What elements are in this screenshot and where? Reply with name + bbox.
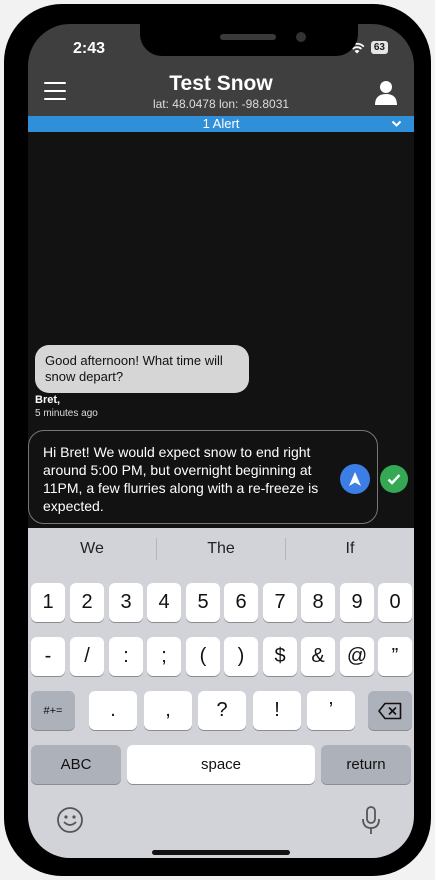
chevron-down-icon[interactable] [391, 119, 402, 128]
key-6[interactable]: 6 [224, 583, 258, 622]
key-2[interactable]: 2 [70, 583, 104, 622]
key-close-paren[interactable]: ) [224, 637, 258, 676]
key-9[interactable]: 9 [340, 583, 374, 622]
speaker [220, 34, 276, 40]
status-time: 2:43 [73, 40, 106, 57]
key-at[interactable]: @ [340, 637, 374, 676]
user-profile-icon[interactable] [374, 80, 398, 106]
alert-banner[interactable]: 1 Alert [28, 116, 414, 132]
microphone-icon[interactable] [361, 806, 381, 836]
key-question[interactable]: ? [198, 691, 246, 730]
key-dash[interactable]: - [31, 637, 65, 676]
battery-indicator: 63 [370, 41, 388, 54]
keyboard: We The If 1 2 3 4 5 6 7 8 9 0 - / : ; ( … [28, 528, 414, 858]
checkmark-icon [387, 474, 401, 485]
suggestion-2[interactable]: The [157, 540, 285, 558]
key-slash[interactable]: / [70, 637, 104, 676]
key-apostrophe[interactable]: ’ [307, 691, 355, 730]
emoji-icon[interactable] [56, 806, 84, 834]
confirm-button[interactable] [380, 465, 408, 493]
key-exclamation[interactable]: ! [253, 691, 301, 730]
key-period[interactable]: . [89, 691, 137, 730]
key-semicolon[interactable]: ; [147, 637, 181, 676]
key-5[interactable]: 5 [186, 583, 220, 622]
key-abc[interactable]: ABC [31, 745, 121, 784]
location-coordinates: lat: 48.0478 lon: -98.8031 [152, 97, 290, 111]
backspace-key[interactable] [368, 691, 412, 730]
message-timestamp: 5 minutes ago [35, 408, 98, 419]
camera [296, 32, 306, 42]
key-1[interactable]: 1 [31, 583, 65, 622]
app-header: Test Snow lat: 48.0478 lon: -98.8031 [28, 64, 414, 116]
return-key[interactable]: return [321, 745, 411, 784]
message-compose-field[interactable]: Hi Bret! We would expect snow to end rig… [28, 430, 378, 524]
home-indicator[interactable] [152, 850, 290, 855]
suggestion-3[interactable]: If [286, 540, 414, 558]
space-key[interactable]: space [127, 745, 315, 784]
alert-label: 1 Alert [202, 116, 240, 131]
key-8[interactable]: 8 [301, 583, 335, 622]
key-quote[interactable]: ” [378, 637, 412, 676]
key-4[interactable]: 4 [147, 583, 181, 622]
page-title: Test Snow [169, 72, 273, 95]
key-0[interactable]: 0 [378, 583, 412, 622]
suggestion-1[interactable]: We [28, 540, 156, 558]
phone-screen: 2:43 63 Test Snow lat: 48.0478 lon: -98.… [28, 24, 414, 858]
key-open-paren[interactable]: ( [186, 637, 220, 676]
suggestion-bar: We The If [28, 528, 414, 570]
notch [140, 24, 358, 56]
send-button[interactable] [340, 464, 370, 494]
key-comma[interactable]: , [144, 691, 192, 730]
message-sender: Bret, [35, 394, 61, 406]
key-symbols-toggle[interactable]: #+= [31, 691, 75, 730]
key-colon[interactable]: : [109, 637, 143, 676]
key-ampersand[interactable]: & [301, 637, 335, 676]
incoming-message-bubble: Good afternoon! What time will snow depa… [35, 345, 249, 393]
key-3[interactable]: 3 [109, 583, 143, 622]
key-dollar[interactable]: $ [263, 637, 297, 676]
send-arrow-icon [349, 472, 361, 486]
key-7[interactable]: 7 [263, 583, 297, 622]
backspace-icon [378, 702, 402, 719]
